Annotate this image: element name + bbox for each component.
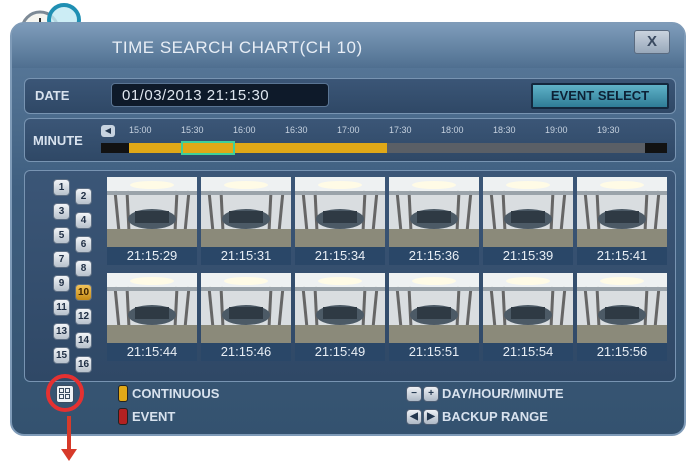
channel-button-7[interactable]: 7 <box>53 251 70 268</box>
minute-row: MINUTE ◀ 15:00 15:30 16:00 16:30 17:00 1… <box>24 118 676 162</box>
tick-label: 18:00 <box>441 125 464 135</box>
window-title: TIME SEARCH CHART(CH 10) <box>112 38 363 57</box>
camera-frame-image <box>201 273 291 343</box>
thumbnail[interactable]: 21:15:29 <box>107 177 197 265</box>
camera-frame-image <box>295 177 385 247</box>
thumbnail[interactable]: 21:15:36 <box>389 177 479 265</box>
continuous-segment <box>129 143 387 153</box>
channel-button-5[interactable]: 5 <box>53 227 70 244</box>
channel-button-14[interactable]: 14 <box>75 332 92 349</box>
camera-frame-image <box>201 177 291 247</box>
minus-icon[interactable]: − <box>406 386 422 402</box>
thumbnail[interactable]: 21:15:44 <box>107 273 197 361</box>
timeline-cursor[interactable] <box>181 141 235 155</box>
thumbnail[interactable]: 21:15:39 <box>483 177 573 265</box>
camera-frame-image <box>483 177 573 247</box>
thumbnail-timestamp: 21:15:54 <box>483 343 573 361</box>
backup-start-icon[interactable]: ◀ <box>406 409 422 425</box>
camera-frame-image <box>389 177 479 247</box>
tick-label: 17:30 <box>389 125 412 135</box>
thumbnail-timestamp: 21:15:41 <box>577 247 667 265</box>
thumbnail-panel: 1 2 3 4 5 6 7 8 9 10 11 12 13 14 15 16 21:15:29 21:15:31… <box>24 170 676 382</box>
time-search-window: TIME SEARCH CHART(CH 10) X DATE 01/03/20… <box>10 22 686 436</box>
tick-label: 15:30 <box>181 125 204 135</box>
thumbnail[interactable]: 21:15:54 <box>483 273 573 361</box>
title-bar: TIME SEARCH CHART(CH 10) X <box>12 24 684 68</box>
camera-frame-image <box>483 273 573 343</box>
channel-button-1[interactable]: 1 <box>53 179 70 196</box>
close-button[interactable]: X <box>634 30 670 54</box>
empty-segment <box>387 143 645 153</box>
channel-button-9[interactable]: 9 <box>53 275 70 292</box>
channel-button-10[interactable]: 10 <box>75 284 92 301</box>
event-swatch <box>118 408 128 425</box>
event-select-button[interactable]: EVENT SELECT <box>531 83 669 109</box>
tick-label: 15:00 <box>129 125 152 135</box>
highlight-circle <box>46 374 84 412</box>
thumbnail[interactable]: 21:15:56 <box>577 273 667 361</box>
camera-frame-image <box>295 273 385 343</box>
thumbnail-timestamp: 21:15:31 <box>201 247 291 265</box>
legend-day-hour-minute: DAY/HOUR/MINUTE <box>442 386 564 401</box>
channel-button-8[interactable]: 8 <box>75 260 92 277</box>
tick-label: 18:30 <box>493 125 516 135</box>
thumbnail-timestamp: 21:15:29 <box>107 247 197 265</box>
channel-button-13[interactable]: 13 <box>53 323 70 340</box>
thumbnail-timestamp: 21:15:44 <box>107 343 197 361</box>
channel-button-6[interactable]: 6 <box>75 236 92 253</box>
thumbnail[interactable]: 21:15:31 <box>201 177 291 265</box>
thumbnail-timestamp: 21:15:51 <box>389 343 479 361</box>
camera-frame-image <box>577 177 667 247</box>
rewind-icon[interactable]: ◀ <box>101 125 115 137</box>
date-row: DATE 01/03/2013 21:15:30 EVENT SELECT <box>24 78 676 114</box>
channel-button-16[interactable]: 16 <box>75 356 92 373</box>
legend-continuous: CONTINUOUS <box>132 386 220 401</box>
legend-event: EVENT <box>132 409 176 424</box>
timeline-bar[interactable] <box>101 141 667 155</box>
channel-button-2[interactable]: 2 <box>75 188 92 205</box>
thumbnail-timestamp: 21:15:46 <box>201 343 291 361</box>
thumbnail[interactable]: 21:15:46 <box>201 273 291 361</box>
tick-label: 19:00 <box>545 125 568 135</box>
date-label: DATE <box>35 88 70 103</box>
legend-backup-range: BACKUP RANGE <box>442 409 548 424</box>
camera-frame-image <box>389 273 479 343</box>
thumbnail-timestamp: 21:15:39 <box>483 247 573 265</box>
thumbnail-timestamp: 21:15:56 <box>577 343 667 361</box>
channel-button-15[interactable]: 15 <box>53 347 70 364</box>
thumbnail[interactable]: 21:15:34 <box>295 177 385 265</box>
backup-end-icon[interactable]: ▶ <box>423 409 439 425</box>
down-arrow-icon <box>67 416 71 450</box>
date-field[interactable]: 01/03/2013 21:15:30 <box>111 83 329 107</box>
camera-frame-image <box>107 273 197 343</box>
minute-label: MINUTE <box>33 133 83 148</box>
thumbnail[interactable]: 21:15:51 <box>389 273 479 361</box>
thumbnail[interactable]: 21:15:41 <box>577 177 667 265</box>
thumbnail-timestamp: 21:15:34 <box>295 247 385 265</box>
thumbnail-timestamp: 21:15:36 <box>389 247 479 265</box>
tick-label: 19:30 <box>597 125 620 135</box>
tick-label: 16:00 <box>233 125 256 135</box>
thumbnail[interactable]: 21:15:49 <box>295 273 385 361</box>
tick-label: 17:00 <box>337 125 360 135</box>
channel-button-4[interactable]: 4 <box>75 212 92 229</box>
plus-icon[interactable]: + <box>423 386 439 402</box>
channel-button-12[interactable]: 12 <box>75 308 92 325</box>
continuous-swatch <box>118 385 128 402</box>
arrow-head-icon <box>61 449 77 461</box>
channel-button-3[interactable]: 3 <box>53 203 70 220</box>
tick-label: 16:30 <box>285 125 308 135</box>
camera-frame-image <box>107 177 197 247</box>
camera-frame-image <box>577 273 667 343</box>
thumbnail-timestamp: 21:15:49 <box>295 343 385 361</box>
channel-button-11[interactable]: 11 <box>53 299 70 316</box>
